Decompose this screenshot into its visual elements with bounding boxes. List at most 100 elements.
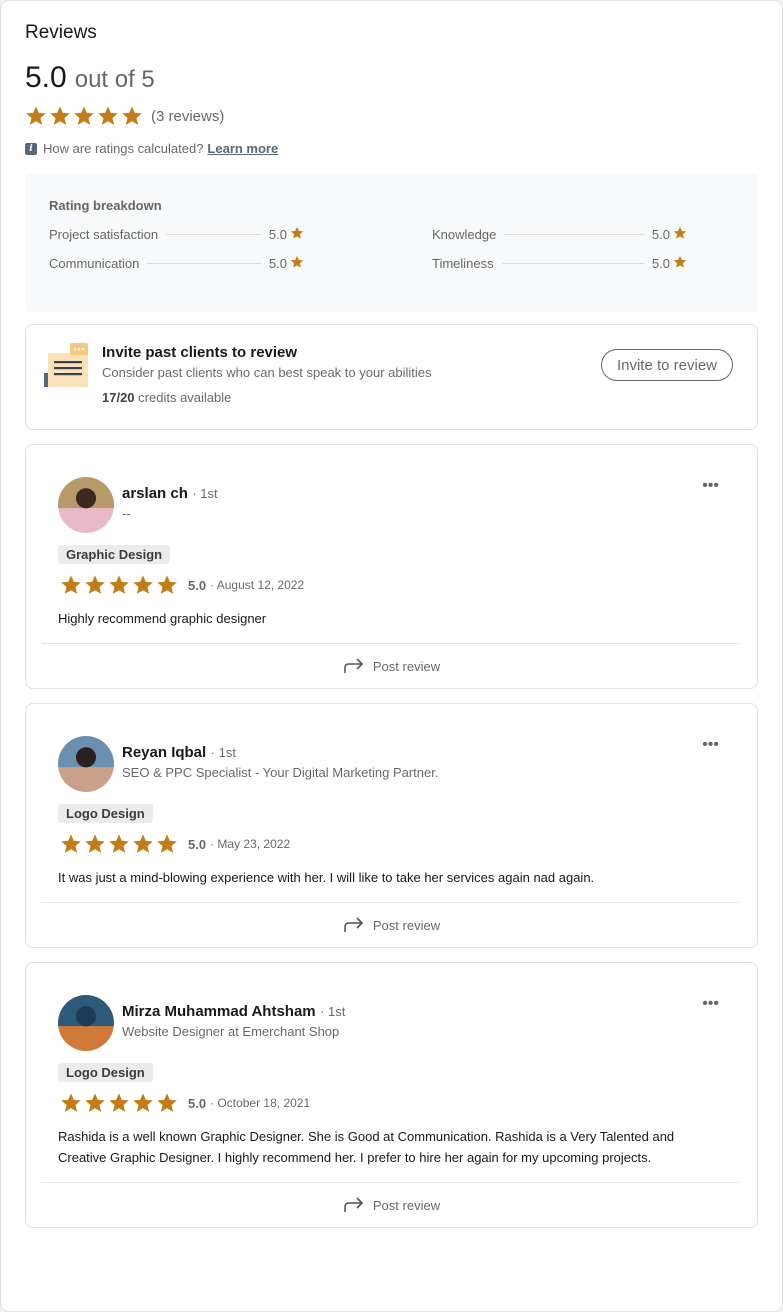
breakdown-label: Knowledge [432,227,497,242]
review-date: · May 23, 2022 [210,837,291,851]
star-icon [121,105,143,127]
star-icon [108,833,130,855]
overall-stars [25,105,143,127]
invite-to-review-button[interactable]: Invite to review [600,349,733,381]
reviewer-avatar[interactable] [58,477,114,533]
star-icon [673,255,687,269]
connection-degree: · 1st [320,1004,346,1019]
overflow-menu-icon[interactable]: ••• [702,478,719,494]
review-rating: 5.0 · October 18, 2021 [42,1092,741,1114]
review-card: Mirza Muhammad Ahtsham · 1st Website Des… [25,962,758,1228]
breakdown-leader-line [166,234,261,235]
post-review-label: Post review [372,1197,441,1213]
review-rating: 5.0 · August 12, 2022 [42,574,741,596]
breakdown-leader-line [147,263,261,264]
review-stars [60,833,178,855]
star-icon [60,1092,82,1114]
score-out-of: out of 5 [74,66,155,93]
star-icon [60,574,82,596]
reviewer-header: Mirza Muhammad Ahtsham · 1st Website Des… [42,995,741,1051]
reviewer-header: Reyan Iqbal · 1st SEO & PPC Specialist -… [42,736,741,792]
service-tag: Logo Design [58,1063,153,1082]
star-icon [60,833,82,855]
overall-stars-row: (3 reviews) [25,105,758,127]
reviewer-info: Reyan Iqbal · 1st SEO & PPC Specialist -… [122,736,438,792]
review-score: 5.0 [188,1095,207,1111]
breakdown-value: 5.0 [652,256,687,271]
learn-more-link[interactable]: Learn more [207,141,278,156]
star-icon [156,1092,178,1114]
breakdown-leader-line [504,234,644,235]
breakdown-item: Knowledge 5.0 [432,227,687,242]
reviewer-avatar[interactable] [58,736,114,792]
star-icon [156,833,178,855]
reviewer-avatar[interactable] [58,995,114,1051]
post-review-button[interactable]: Post review [42,1183,741,1227]
review-stars [60,1092,178,1114]
review-date: · October 18, 2021 [210,1096,311,1110]
breakdown-leader-line [501,263,644,264]
overflow-menu-icon[interactable]: ••• [702,737,719,753]
review-text: Highly recommend graphic designer [58,611,267,626]
post-review-button[interactable]: Post review [42,644,741,688]
breakdown-value: 5.0 [269,227,304,242]
breakdown-label: Project satisfaction [49,227,159,242]
ratings-info: i How are ratings calculated? Learn more [25,141,758,156]
invite-title: Invite past clients to review [102,344,298,361]
invite-subtitle: Consider past clients who can best speak… [102,365,432,380]
post-review-label: Post review [372,917,441,933]
share-arrow-icon [344,917,364,932]
breakdown-value: 5.0 [269,256,304,271]
share-arrow-icon [344,1197,364,1212]
review-text: It was just a mind-blowing experience wi… [58,870,595,885]
overall-score: 5.0 out of 5 [25,61,758,95]
section-title: Reviews [25,22,97,43]
reviewer-header: arslan ch · 1st -- [42,477,741,533]
reviews-list: arslan ch · 1st -- ••• Graphic Design 5.… [25,444,758,1228]
star-icon [25,105,47,127]
reviews-count: (3 reviews) [151,107,225,125]
breakdown-value-text: 5.0 [268,227,287,242]
breakdown-label: Communication [49,256,140,271]
reviewer-name[interactable]: Mirza Muhammad Ahtsham [122,1003,316,1020]
star-icon [84,833,106,855]
review-score: 5.0 [188,836,207,852]
info-text: How are ratings calculated? [43,141,204,156]
post-review-label: Post review [372,658,441,674]
reviewer-name[interactable]: arslan ch [122,485,188,502]
review-score: 5.0 [188,577,207,593]
credits-available: 17/20 credits available [102,390,432,405]
post-review-button[interactable]: Post review [42,903,741,947]
credits-count: 17/20 [102,390,135,405]
star-icon [290,255,304,269]
credits-label: credits available [138,390,232,405]
star-icon [84,574,106,596]
invite-document-icon [44,343,88,387]
breakdown-title: Rating breakdown [49,198,162,213]
review-card: Reyan Iqbal · 1st SEO & PPC Specialist -… [25,703,758,948]
service-tag: Graphic Design [58,545,171,564]
star-icon [108,574,130,596]
star-icon [49,105,71,127]
score-value: 5.0 [25,61,67,94]
review-card: arslan ch · 1st -- ••• Graphic Design 5.… [25,444,758,689]
star-icon [84,1092,106,1114]
rating-breakdown: Rating breakdown Project satisfaction 5.0… [25,174,758,312]
star-icon [156,574,178,596]
reviewer-info: Mirza Muhammad Ahtsham · 1st Website Des… [122,995,345,1051]
star-icon [290,226,304,240]
breakdown-item: Communication 5.0 [49,256,304,271]
connection-degree: · 1st [210,745,236,760]
breakdown-label: Timeliness [432,256,494,271]
star-icon [108,1092,130,1114]
reviewer-name[interactable]: Reyan Iqbal [122,744,206,761]
invite-text: Invite past clients to review Consider p… [102,343,432,429]
breakdown-value-text: 5.0 [268,256,287,271]
reviewer-headline: SEO & PPC Specialist - Your Digital Mark… [122,765,439,780]
star-icon [132,833,154,855]
share-arrow-icon [344,658,364,673]
reviewer-headline: -- [122,506,131,521]
overflow-menu-icon[interactable]: ••• [702,996,719,1012]
reviewer-headline: Website Designer at Emerchant Shop [122,1024,340,1039]
breakdown-value: 5.0 [652,227,687,242]
